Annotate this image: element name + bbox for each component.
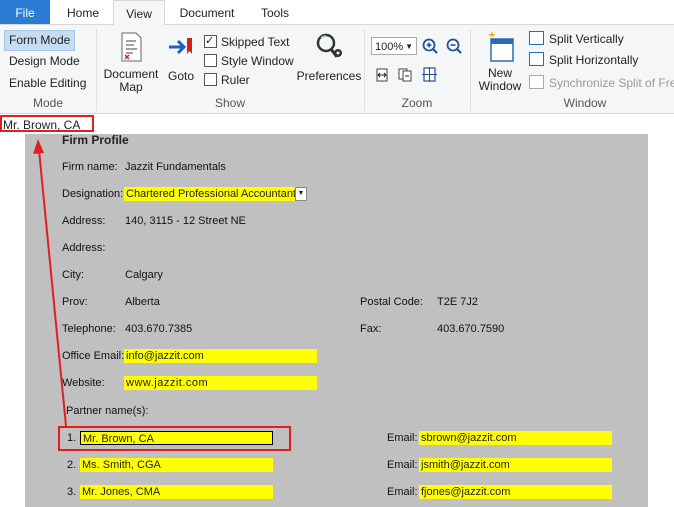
partner-email-field[interactable]: fjones@jazzit.com: [419, 485, 612, 499]
window-group-label: Window: [563, 96, 607, 110]
tab-file[interactable]: File: [0, 0, 50, 24]
ribbon: Form Mode Design Mode Enable Editing Mod…: [0, 25, 674, 114]
goto-arrow-icon: [169, 38, 192, 55]
chevron-down-icon[interactable]: ▼: [295, 187, 307, 201]
synchronize-split-icon: [529, 75, 544, 89]
partner-email-field[interactable]: jsmith@jazzit.com: [419, 458, 612, 472]
telephone-value: 403.670.7385: [125, 323, 193, 335]
document-map-icon: [121, 32, 142, 62]
prov-value: Alberta: [125, 296, 160, 308]
annotation-highlight-box: [58, 426, 291, 451]
split-horizontally-label: Split Horizontally: [549, 53, 639, 67]
document-map-label: Document Map: [103, 67, 159, 94]
office-email-field[interactable]: info@jazzit.com: [124, 349, 317, 363]
checkbox-unchecked-icon: [204, 73, 217, 86]
form-mode-button[interactable]: Form Mode: [4, 30, 76, 51]
address2-label: Address:: [62, 242, 106, 254]
design-mode-button[interactable]: Design Mode: [5, 52, 84, 71]
tab-document[interactable]: Document: [168, 0, 246, 24]
mode-group-label: Mode: [32, 96, 64, 110]
fax-value: 403.670.7590: [437, 323, 505, 335]
new-window-icon: [488, 31, 514, 62]
separator: [364, 29, 365, 111]
ruler-label: Ruler: [221, 73, 250, 87]
skipped-text-checkbox[interactable]: Skipped Text: [204, 32, 290, 51]
skipped-text-label: Skipped Text: [221, 35, 290, 49]
actual-size-icon[interactable]: [421, 66, 438, 83]
synchronize-split-button[interactable]: Synchronize Split of Free: [529, 74, 674, 92]
split-vertically-label: Split Vertically: [549, 32, 624, 46]
separator: [96, 29, 97, 111]
office-email-label: Office Email:: [62, 350, 125, 362]
partner-email-label: Email:: [387, 432, 418, 444]
split-horizontally-button[interactable]: Split Horizontally: [529, 51, 638, 69]
partner-name-field[interactable]: Ms. Smith, CGA: [80, 458, 273, 472]
ruler-checkbox[interactable]: Ruler: [204, 71, 250, 89]
field-value-input[interactable]: Mr. Brown, CA: [0, 115, 94, 132]
zoom-select[interactable]: 100% ▼: [371, 37, 417, 55]
chevron-down-icon: ▼: [405, 42, 413, 51]
split-vertically-icon: [529, 31, 544, 45]
split-horizontally-icon: [529, 52, 544, 66]
website-label: Website:: [62, 377, 105, 389]
firm-name-value: Jazzit Fundamentals: [125, 161, 226, 173]
zoom-in-icon[interactable]: [422, 38, 438, 54]
postal-code-value: T2E 7J2: [437, 296, 478, 308]
enable-editing-button[interactable]: Enable Editing: [5, 74, 90, 93]
partners-label: Partner name(s):: [66, 405, 149, 417]
goto-button[interactable]: Goto: [164, 35, 198, 83]
partner-number: 3.: [67, 486, 77, 498]
city-value: Calgary: [125, 269, 163, 281]
style-window-label: Style Window: [221, 54, 294, 68]
document-map-button[interactable]: Document Map: [100, 31, 162, 94]
fit-page-icon[interactable]: [398, 68, 412, 82]
partner-email-label: Email:: [387, 486, 418, 498]
zoom-value: 100%: [375, 41, 404, 53]
prov-label: Prov:: [62, 296, 88, 308]
field-value-bar: [0, 114, 674, 134]
tab-view[interactable]: View: [113, 0, 165, 26]
partner-email-label: Email:: [387, 459, 418, 471]
fit-width-icon[interactable]: [375, 68, 389, 82]
tab-tools[interactable]: Tools: [250, 0, 300, 24]
firm-name-label: Firm name:: [62, 161, 118, 173]
partner-name-field[interactable]: Mr. Jones, CMA: [80, 485, 273, 499]
postal-code-label: Postal Code:: [360, 296, 423, 308]
checkbox-checked-icon: [204, 32, 217, 50]
checkbox-unchecked-icon: [204, 54, 217, 67]
fax-label: Fax:: [360, 323, 382, 335]
zoom-out-icon[interactable]: [446, 38, 462, 54]
telephone-label: Telephone:: [62, 323, 116, 335]
partner-number: 2.: [67, 459, 77, 471]
preferences-button[interactable]: Preferences: [296, 31, 362, 83]
preferences-label: Preferences: [296, 69, 362, 83]
address-label: Address:: [62, 215, 106, 227]
show-group-label: Show: [214, 96, 246, 110]
address-value: 140, 3115 - 12 Street NE: [125, 215, 246, 227]
designation-label: Designation:: [62, 188, 124, 200]
city-label: City:: [62, 269, 84, 281]
split-vertically-button[interactable]: Split Vertically: [529, 30, 624, 48]
new-window-button[interactable]: New Window: [474, 29, 526, 93]
ribbon-tab-bar: File Home View Document Tools: [0, 0, 674, 26]
preferences-magnifier-gear-icon: [316, 33, 342, 58]
separator: [470, 29, 471, 111]
new-window-label: New Window: [478, 66, 522, 93]
style-window-checkbox[interactable]: Style Window: [204, 52, 294, 70]
tab-home[interactable]: Home: [58, 0, 108, 24]
website-field[interactable]: www.jazzit.com: [124, 376, 317, 390]
synchronize-split-label: Synchronize Split of Free: [549, 76, 674, 90]
zoom-group-label: Zoom: [401, 96, 433, 110]
goto-label: Goto: [167, 69, 194, 83]
designation-select[interactable]: Chartered Professional Accountant: [124, 187, 296, 201]
page-title: Firm Profile: [62, 133, 129, 147]
partner-email-field[interactable]: sbrown@jazzit.com: [419, 431, 612, 445]
